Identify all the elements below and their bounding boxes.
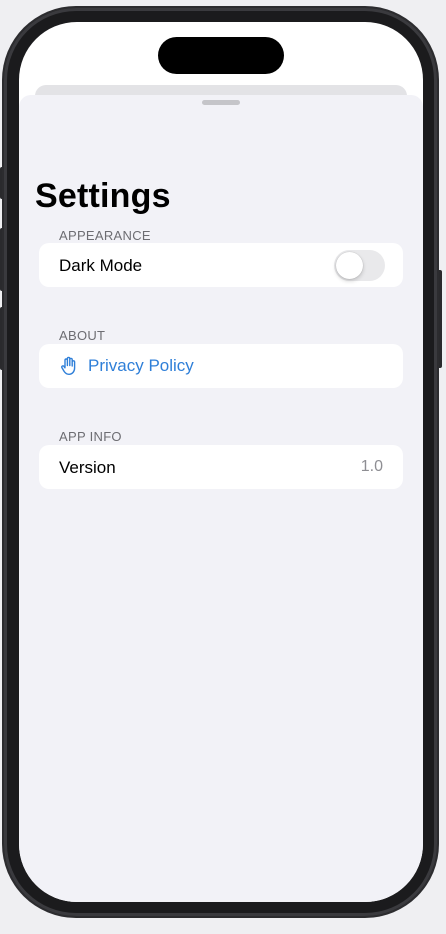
sheet-grabber[interactable] (202, 100, 240, 105)
version-row: Version 1.0 (39, 445, 403, 489)
phone-screen: Settings APPEARANCE Dark Mode ABOUT Priv… (19, 22, 423, 902)
toggle-knob (336, 252, 363, 279)
dark-mode-row: Dark Mode (39, 243, 403, 287)
section-header-appearance: APPEARANCE (59, 228, 151, 243)
privacy-policy-link[interactable]: Privacy Policy (59, 344, 194, 388)
page-title: Settings (35, 177, 171, 215)
section-header-app-info: APP INFO (59, 429, 122, 444)
version-label: Version (59, 458, 116, 477)
phone-frame: Settings APPEARANCE Dark Mode ABOUT Priv… (4, 8, 437, 916)
dark-mode-toggle[interactable] (334, 250, 385, 281)
privacy-policy-row[interactable]: Privacy Policy (39, 344, 403, 388)
settings-sheet: Settings APPEARANCE Dark Mode ABOUT Priv… (19, 95, 423, 902)
hand-raised-icon (59, 356, 78, 376)
dynamic-island (158, 37, 284, 74)
version-value: 1.0 (360, 458, 383, 475)
section-header-about: ABOUT (59, 328, 106, 343)
privacy-policy-label[interactable]: Privacy Policy (88, 356, 194, 376)
dark-mode-label: Dark Mode (59, 256, 143, 275)
power-button[interactable] (437, 270, 442, 368)
